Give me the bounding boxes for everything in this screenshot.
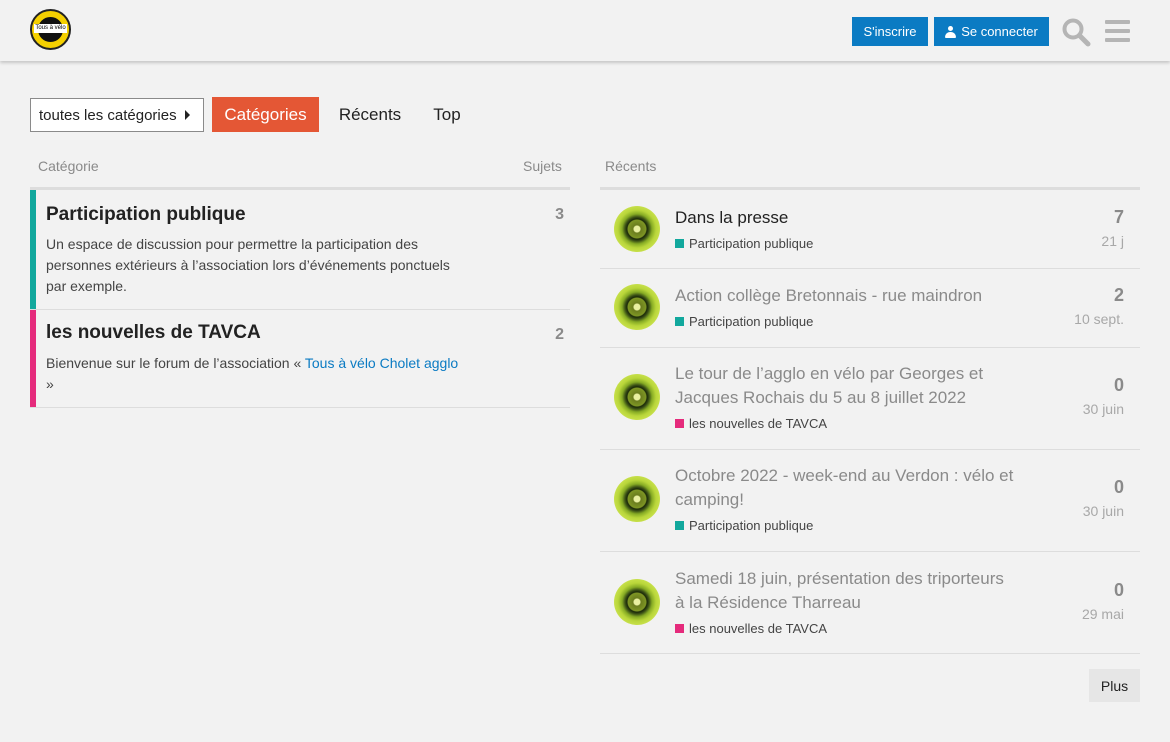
topic-row[interactable]: Le tour de l’agglo en vélo par Georges e… (600, 348, 1140, 450)
category-square-icon (675, 239, 684, 248)
category-square-icon (675, 624, 684, 633)
signup-button[interactable]: S'inscrire (852, 17, 928, 46)
category-dropdown-label: toutes les catégories (39, 106, 177, 124)
topic-title-link[interactable]: Le tour de l’agglo en vélo par Georges e… (675, 362, 1015, 410)
topic-title-link[interactable]: Samedi 18 juin, présentation des triport… (675, 567, 1015, 615)
topics-column-header: Sujets (523, 158, 562, 174)
topic-row[interactable]: Samedi 18 juin, présentation des triport… (600, 552, 1140, 654)
topic-row[interactable]: Dans la presse Participation publique 7 … (600, 190, 1140, 269)
category-square-icon (675, 521, 684, 530)
recent-column-header: Récents (605, 158, 657, 174)
user-icon (945, 25, 957, 38)
site-header: Tous à vélo S'inscrire Se connecter (0, 0, 1170, 61)
topic-activity-date[interactable]: 29 mai (1082, 606, 1124, 622)
category-topic-count: 2 (555, 326, 564, 343)
category-color-bar (30, 190, 36, 309)
topic-activity-date[interactable]: 21 j (1101, 233, 1124, 249)
avatar[interactable] (614, 476, 660, 522)
avatar[interactable] (614, 284, 660, 330)
category-row[interactable]: les nouvelles de TAVCA Bienvenue sur le … (30, 310, 570, 408)
topic-category-badge[interactable]: Participation publique (675, 314, 813, 329)
avatar[interactable] (614, 374, 660, 420)
topic-title-link[interactable]: Octobre 2022 - week-end au Verdon : vélo… (675, 464, 1015, 512)
category-column-header: Catégorie (38, 158, 99, 174)
logo-text: Tous à vélo (34, 24, 67, 33)
tab-categories[interactable]: Catégories (212, 97, 319, 132)
topic-title-link[interactable]: Action collège Bretonnais - rue maindron (675, 284, 1015, 308)
login-button[interactable]: Se connecter (934, 17, 1049, 46)
topic-post-count: 0 (1113, 375, 1124, 395)
category-description: Bienvenue sur le forum de l’association … (46, 355, 459, 392)
category-row[interactable]: Participation publique Un espace de disc… (30, 190, 570, 310)
topic-post-count: 7 (1113, 207, 1124, 227)
topic-title-link[interactable]: Dans la presse (675, 206, 1015, 230)
category-square-icon (675, 419, 684, 428)
search-icon[interactable] (1061, 17, 1091, 47)
avatar[interactable] (614, 579, 660, 625)
avatar[interactable] (614, 206, 660, 252)
topic-category-badge[interactable]: les nouvelles de TAVCA (675, 621, 827, 636)
more-button[interactable]: Plus (1089, 669, 1140, 702)
topic-category-badge[interactable]: Participation publique (675, 236, 813, 251)
category-title-link[interactable]: Participation publique (46, 204, 246, 226)
topic-activity-date[interactable]: 30 juin (1083, 503, 1124, 519)
category-description: Un espace de discussion pour permettre l… (46, 236, 450, 294)
category-dropdown[interactable]: toutes les catégories (30, 98, 204, 132)
topic-post-count: 0 (1113, 477, 1124, 497)
topic-row[interactable]: Octobre 2022 - week-end au Verdon : vélo… (600, 450, 1140, 552)
category-square-icon (675, 317, 684, 326)
tab-top[interactable]: Top (421, 97, 473, 132)
category-title-link[interactable]: les nouvelles de TAVCA (46, 322, 261, 344)
topic-category-badge[interactable]: les nouvelles de TAVCA (675, 416, 827, 431)
topic-activity-date[interactable]: 10 sept. (1074, 311, 1124, 327)
caret-right-icon (185, 110, 190, 120)
topic-row[interactable]: Action collège Bretonnais - rue maindron… (600, 269, 1140, 348)
topic-activity-date[interactable]: 30 juin (1083, 401, 1124, 417)
site-logo[interactable]: Tous à vélo (30, 9, 71, 50)
association-link[interactable]: Tous à vélo Cholet agglo (305, 355, 458, 371)
topic-post-count: 2 (1113, 285, 1124, 305)
category-topic-count: 3 (555, 206, 564, 223)
hamburger-menu-icon[interactable] (1104, 18, 1132, 44)
tab-recent[interactable]: Récents (327, 97, 413, 132)
topic-post-count: 0 (1113, 580, 1124, 600)
login-button-label: Se connecter (961, 24, 1038, 39)
category-color-bar (30, 310, 36, 407)
topic-category-badge[interactable]: Participation publique (675, 518, 813, 533)
